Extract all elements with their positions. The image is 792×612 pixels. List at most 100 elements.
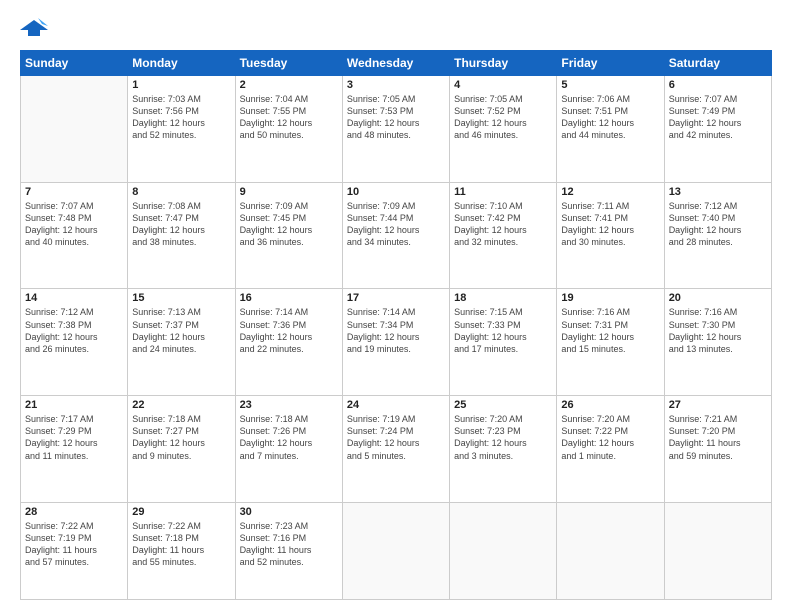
calendar-cell <box>21 76 128 183</box>
day-number: 20 <box>669 292 767 304</box>
calendar-cell: 24Sunrise: 7:19 AMSunset: 7:24 PMDayligh… <box>342 396 449 503</box>
day-number: 1 <box>132 79 230 91</box>
day-number: 7 <box>25 186 123 198</box>
week-row-5: 28 Sunrise: 7:22 AMSunset: 7:19 PMDayligh… <box>21 502 772 599</box>
day-number: 2 <box>240 79 338 91</box>
week-row-4: 21 Sunrise: 7:17 AMSunset: 7:29 PMDayligh… <box>21 396 772 503</box>
day-number: 13 <box>669 186 767 198</box>
day-number: 29 <box>132 506 230 518</box>
day-number: 4 <box>454 79 552 91</box>
calendar-cell: 27Sunrise: 7:21 AMSunset: 7:20 PMDayligh… <box>664 396 771 503</box>
calendar-cell: 12Sunrise: 7:11 AMSunset: 7:41 PMDayligh… <box>557 182 664 289</box>
day-number: 25 <box>454 399 552 411</box>
day-info: Sunrise: 7:08 AMSunset: 7:47 PMDaylight:… <box>132 200 230 249</box>
day-info: Sunrise: 7:23 AMSunset: 7:16 PMDaylight:… <box>240 520 338 569</box>
calendar-cell: 17 Sunrise: 7:14 AMSunset: 7:34 PMDayligh… <box>342 289 449 396</box>
day-info: Sunrise: 7:12 AMSunset: 7:38 PMDaylight:… <box>25 306 123 355</box>
calendar-cell: 26 Sunrise: 7:20 AMSunset: 7:22 PMDayligh… <box>557 396 664 503</box>
day-info: Sunrise: 7:03 AMSunset: 7:56 PMDaylight:… <box>132 93 230 142</box>
calendar-cell <box>342 502 449 599</box>
week-row-1: 1 Sunrise: 7:03 AMSunset: 7:56 PMDaylight… <box>21 76 772 183</box>
day-number: 15 <box>132 292 230 304</box>
day-number: 11 <box>454 186 552 198</box>
day-info: Sunrise: 7:15 AMSunset: 7:33 PMDaylight:… <box>454 306 552 355</box>
calendar-cell: 9 Sunrise: 7:09 AMSunset: 7:45 PMDaylight… <box>235 182 342 289</box>
calendar-cell: 25 Sunrise: 7:20 AMSunset: 7:23 PMDayligh… <box>450 396 557 503</box>
calendar-cell: 20 Sunrise: 7:16 AMSunset: 7:30 PMDayligh… <box>664 289 771 396</box>
day-info: Sunrise: 7:16 AMSunset: 7:30 PMDaylight:… <box>669 306 767 355</box>
day-info: Sunrise: 7:06 AMSunset: 7:51 PMDaylight:… <box>561 93 659 142</box>
calendar-cell: 16 Sunrise: 7:14 AMSunset: 7:36 PMDayligh… <box>235 289 342 396</box>
day-info: Sunrise: 7:21 AMSunset: 7:20 PMDaylight:… <box>669 413 767 462</box>
day-info: Sunrise: 7:17 AMSunset: 7:29 PMDaylight:… <box>25 413 123 462</box>
day-info: Sunrise: 7:05 AMSunset: 7:52 PMDaylight:… <box>454 93 552 142</box>
day-number: 16 <box>240 292 338 304</box>
day-info: Sunrise: 7:09 AMSunset: 7:45 PMDaylight:… <box>240 200 338 249</box>
day-info: Sunrise: 7:12 AMSunset: 7:40 PMDaylight:… <box>669 200 767 249</box>
calendar-cell: 4 Sunrise: 7:05 AMSunset: 7:52 PMDaylight… <box>450 76 557 183</box>
calendar-cell: 30 Sunrise: 7:23 AMSunset: 7:16 PMDayligh… <box>235 502 342 599</box>
day-info: Sunrise: 7:04 AMSunset: 7:55 PMDaylight:… <box>240 93 338 142</box>
calendar-cell <box>450 502 557 599</box>
day-number: 3 <box>347 79 445 91</box>
calendar-cell <box>664 502 771 599</box>
day-info: Sunrise: 7:14 AMSunset: 7:34 PMDaylight:… <box>347 306 445 355</box>
logo <box>20 16 52 40</box>
logo-icon <box>20 16 48 40</box>
day-number: 28 <box>25 506 123 518</box>
day-info: Sunrise: 7:16 AMSunset: 7:31 PMDaylight:… <box>561 306 659 355</box>
day-info: Sunrise: 7:18 AMSunset: 7:26 PMDaylight:… <box>240 413 338 462</box>
day-info: Sunrise: 7:18 AMSunset: 7:27 PMDaylight:… <box>132 413 230 462</box>
calendar-cell: 21 Sunrise: 7:17 AMSunset: 7:29 PMDayligh… <box>21 396 128 503</box>
calendar-cell: 3Sunrise: 7:05 AMSunset: 7:53 PMDaylight… <box>342 76 449 183</box>
week-row-2: 7 Sunrise: 7:07 AMSunset: 7:48 PMDaylight… <box>21 182 772 289</box>
page: SundayMondayTuesdayWednesdayThursdayFrid… <box>0 0 792 612</box>
calendar-table: SundayMondayTuesdayWednesdayThursdayFrid… <box>20 50 772 600</box>
day-number: 9 <box>240 186 338 198</box>
day-info: Sunrise: 7:22 AMSunset: 7:18 PMDaylight:… <box>132 520 230 569</box>
day-number: 6 <box>669 79 767 91</box>
day-info: Sunrise: 7:07 AMSunset: 7:49 PMDaylight:… <box>669 93 767 142</box>
day-info: Sunrise: 7:14 AMSunset: 7:36 PMDaylight:… <box>240 306 338 355</box>
calendar-cell: 11 Sunrise: 7:10 AMSunset: 7:42 PMDayligh… <box>450 182 557 289</box>
day-info: Sunrise: 7:13 AMSunset: 7:37 PMDaylight:… <box>132 306 230 355</box>
day-info: Sunrise: 7:09 AMSunset: 7:44 PMDaylight:… <box>347 200 445 249</box>
day-number: 21 <box>25 399 123 411</box>
day-number: 14 <box>25 292 123 304</box>
day-number: 23 <box>240 399 338 411</box>
day-number: 18 <box>454 292 552 304</box>
weekday-header-sunday: Sunday <box>21 51 128 76</box>
weekday-header-friday: Friday <box>557 51 664 76</box>
calendar-cell: 19Sunrise: 7:16 AMSunset: 7:31 PMDayligh… <box>557 289 664 396</box>
calendar-cell: 23 Sunrise: 7:18 AMSunset: 7:26 PMDayligh… <box>235 396 342 503</box>
weekday-header-tuesday: Tuesday <box>235 51 342 76</box>
day-number: 8 <box>132 186 230 198</box>
calendar-cell: 29 Sunrise: 7:22 AMSunset: 7:18 PMDayligh… <box>128 502 235 599</box>
day-number: 10 <box>347 186 445 198</box>
header <box>20 16 772 40</box>
calendar-cell: 14 Sunrise: 7:12 AMSunset: 7:38 PMDayligh… <box>21 289 128 396</box>
week-row-3: 14 Sunrise: 7:12 AMSunset: 7:38 PMDayligh… <box>21 289 772 396</box>
day-info: Sunrise: 7:22 AMSunset: 7:19 PMDaylight:… <box>25 520 123 569</box>
day-info: Sunrise: 7:20 AMSunset: 7:22 PMDaylight:… <box>561 413 659 462</box>
calendar-cell: 7 Sunrise: 7:07 AMSunset: 7:48 PMDaylight… <box>21 182 128 289</box>
weekday-header-wednesday: Wednesday <box>342 51 449 76</box>
calendar-cell: 13 Sunrise: 7:12 AMSunset: 7:40 PMDayligh… <box>664 182 771 289</box>
calendar-cell: 2 Sunrise: 7:04 AMSunset: 7:55 PMDaylight… <box>235 76 342 183</box>
calendar-cell: 6 Sunrise: 7:07 AMSunset: 7:49 PMDaylight… <box>664 76 771 183</box>
calendar-cell: 8 Sunrise: 7:08 AMSunset: 7:47 PMDaylight… <box>128 182 235 289</box>
calendar-cell: 1 Sunrise: 7:03 AMSunset: 7:56 PMDaylight… <box>128 76 235 183</box>
day-info: Sunrise: 7:10 AMSunset: 7:42 PMDaylight:… <box>454 200 552 249</box>
day-number: 30 <box>240 506 338 518</box>
calendar-cell: 22Sunrise: 7:18 AMSunset: 7:27 PMDayligh… <box>128 396 235 503</box>
calendar-cell: 15 Sunrise: 7:13 AMSunset: 7:37 PMDayligh… <box>128 289 235 396</box>
day-info: Sunrise: 7:19 AMSunset: 7:24 PMDaylight:… <box>347 413 445 462</box>
calendar-cell: 28 Sunrise: 7:22 AMSunset: 7:19 PMDayligh… <box>21 502 128 599</box>
weekday-header-row: SundayMondayTuesdayWednesdayThursdayFrid… <box>21 51 772 76</box>
day-number: 17 <box>347 292 445 304</box>
day-info: Sunrise: 7:07 AMSunset: 7:48 PMDaylight:… <box>25 200 123 249</box>
day-info: Sunrise: 7:20 AMSunset: 7:23 PMDaylight:… <box>454 413 552 462</box>
day-number: 26 <box>561 399 659 411</box>
day-info: Sunrise: 7:11 AMSunset: 7:41 PMDaylight:… <box>561 200 659 249</box>
day-number: 5 <box>561 79 659 91</box>
